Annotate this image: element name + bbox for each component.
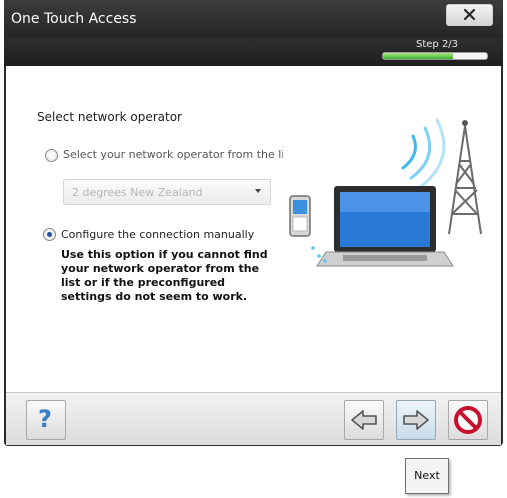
- content-panel: Select network operator Select your netw…: [6, 66, 501, 392]
- back-button[interactable]: [344, 400, 384, 440]
- arrow-left-icon: [351, 410, 377, 430]
- chevron-down-icon: [255, 189, 261, 193]
- next-tooltip: Next: [405, 458, 449, 494]
- step-progress-fill: [383, 53, 453, 59]
- no-entry-icon: [454, 406, 482, 434]
- cancel-button[interactable]: [448, 400, 488, 440]
- title-bar: One Touch Access: [4, 0, 503, 38]
- next-button[interactable]: [396, 400, 436, 440]
- dialog-window: One Touch Access Step 2/3 Select network…: [4, 0, 503, 446]
- close-icon: [463, 9, 476, 20]
- arrow-right-icon: [403, 410, 429, 430]
- window-title: One Touch Access: [11, 11, 137, 27]
- option-manual-radio[interactable]: [43, 228, 56, 241]
- question-mark-icon: ?: [38, 405, 52, 433]
- network-illustration-icon: [283, 106, 497, 292]
- page-heading: Select network operator: [37, 110, 182, 124]
- option-list-radio[interactable]: [45, 149, 58, 162]
- operator-select[interactable]: 2 degrees New Zealand: [63, 179, 271, 205]
- step-bar: Step 2/3: [4, 38, 503, 66]
- option-manual-label[interactable]: Configure the connection manually: [61, 228, 254, 241]
- operator-select-value: 2 degrees New Zealand: [72, 186, 203, 199]
- help-button[interactable]: ?: [26, 400, 66, 440]
- manual-description: Use this option if you cannot find your …: [61, 248, 268, 303]
- step-label: Step 2/3: [416, 39, 459, 50]
- option-list-label[interactable]: Select your network operator from the li…: [63, 148, 298, 161]
- close-button[interactable]: [446, 4, 493, 26]
- bottom-toolbar: ?: [6, 392, 501, 445]
- step-progress: [382, 52, 488, 60]
